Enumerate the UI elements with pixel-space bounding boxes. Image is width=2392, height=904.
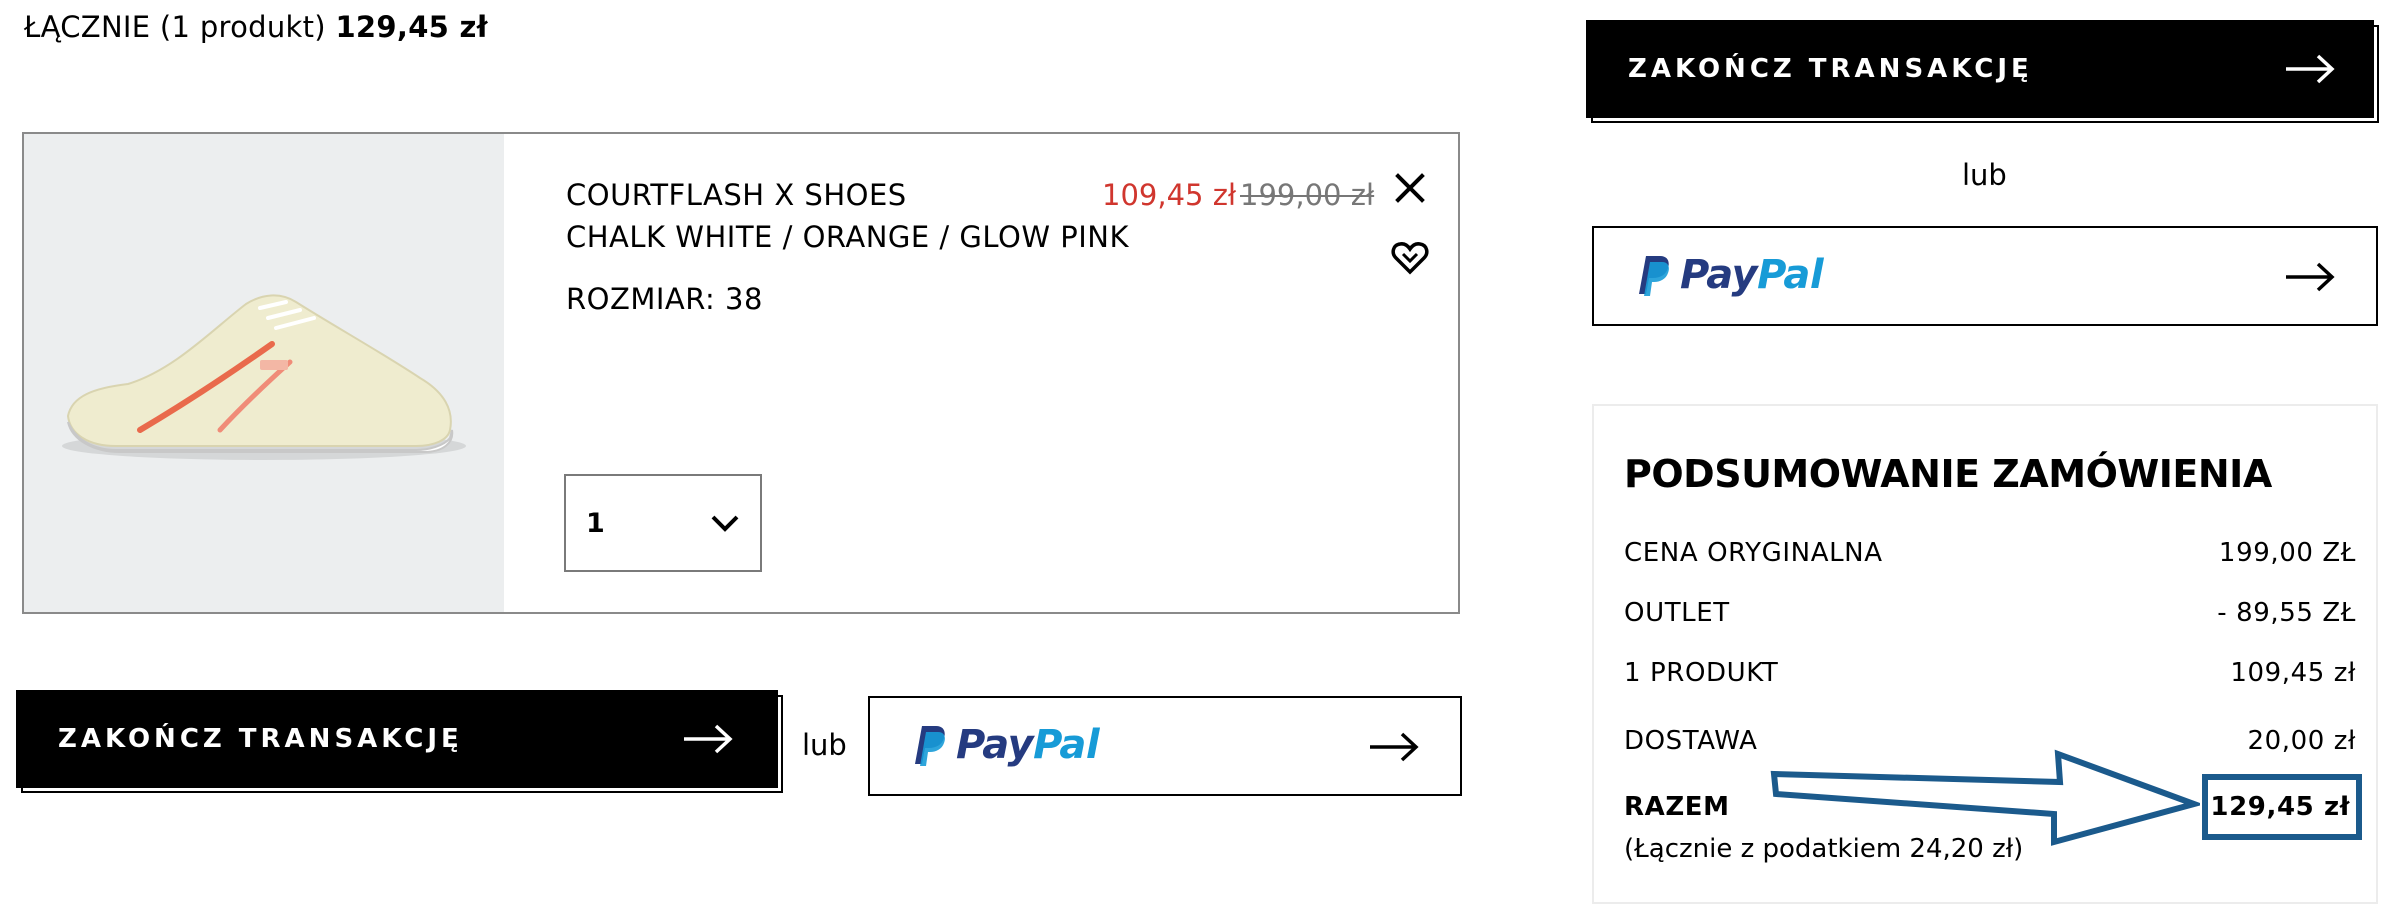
checkout-button-label: ZAKOŃCZ TRANSAKCJĘ <box>1628 54 2033 84</box>
summary-row-label: DOSTAWA <box>1624 726 1758 756</box>
summary-row-value: - 89,55 ZŁ <box>2217 598 2356 628</box>
checkout-button-top[interactable]: ZAKOŃCZ TRANSAKCJĘ <box>1586 20 2374 118</box>
annotation-highlight-box <box>2202 774 2362 840</box>
paypal-button-bottom[interactable]: PayPal <box>868 696 1462 796</box>
product-name[interactable]: COURTFLASH X SHOES <box>566 178 907 212</box>
heart-icon <box>1391 242 1429 275</box>
summary-row-original-price: CENA ORYGINALNA 199,00 ZŁ <box>1624 538 2356 574</box>
arrow-right-icon <box>2286 262 2335 292</box>
close-icon <box>1395 173 1425 203</box>
summary-row-value: 199,00 ZŁ <box>2218 538 2356 568</box>
summary-row-outlet: OUTLET - 89,55 ZŁ <box>1624 598 2356 634</box>
arrow-right-icon <box>1370 732 1419 762</box>
cart-item-card: COURTFLASH X SHOES CHALK WHITE / ORANGE … <box>22 132 1460 614</box>
original-price: 199,00 zł <box>1240 178 1375 212</box>
remove-item-button[interactable] <box>1390 168 1430 208</box>
or-separator-top: lub <box>1962 158 2007 192</box>
paypal-pay-text: Pay <box>1680 252 1758 298</box>
order-summary-title: PODSUMOWANIE ZAMÓWIENIA <box>1624 452 2272 496</box>
product-image[interactable] <box>24 134 504 612</box>
summary-row-products: 1 PRODUKT 109,45 zł <box>1624 658 2356 694</box>
paypal-pal-text: Pal <box>1757 252 1824 298</box>
arrow-right-icon <box>2286 54 2335 84</box>
paypal-p-icon <box>1639 256 1669 296</box>
cart-total-amount: 129,45 zł <box>335 10 488 44</box>
sale-price: 109,45 zł <box>1102 178 1237 212</box>
summary-total-label: RAZEM <box>1624 792 1730 822</box>
shoe-illustration <box>62 294 466 460</box>
product-size: ROZMIAR: 38 <box>566 282 763 316</box>
paypal-pal-text: Pal <box>1033 722 1100 768</box>
paypal-p-icon <box>915 726 945 766</box>
annotation-arrow <box>1770 749 2200 846</box>
checkout-button-label: ZAKOŃCZ TRANSAKCJĘ <box>58 724 463 754</box>
product-color: CHALK WHITE / ORANGE / GLOW PINK <box>566 220 1129 254</box>
summary-row-value: 20,00 zł <box>2247 726 2356 756</box>
summary-row-label: 1 PRODUKT <box>1624 658 1779 688</box>
checkout-button-bottom[interactable]: ZAKOŃCZ TRANSAKCJĘ <box>16 690 778 788</box>
summary-row-label: CENA ORYGINALNA <box>1624 538 1883 568</box>
quantity-select[interactable]: 1 <box>564 474 762 572</box>
cart-total-line: ŁĄCZNIE (1 produkt) 129,45 zł <box>24 10 488 44</box>
chevron-down-icon <box>711 515 739 532</box>
or-separator-bottom: lub <box>802 728 847 762</box>
wishlist-button[interactable] <box>1390 238 1430 278</box>
summary-row-value: 109,45 zł <box>2230 658 2356 688</box>
arrow-right-icon <box>684 724 733 754</box>
paypal-pay-text: Pay <box>956 722 1034 768</box>
summary-row-label: OUTLET <box>1624 598 1730 628</box>
paypal-button-top[interactable]: PayPal <box>1592 226 2378 326</box>
cart-total-label: ŁĄCZNIE (1 produkt) <box>24 10 326 44</box>
quantity-value: 1 <box>586 508 605 539</box>
